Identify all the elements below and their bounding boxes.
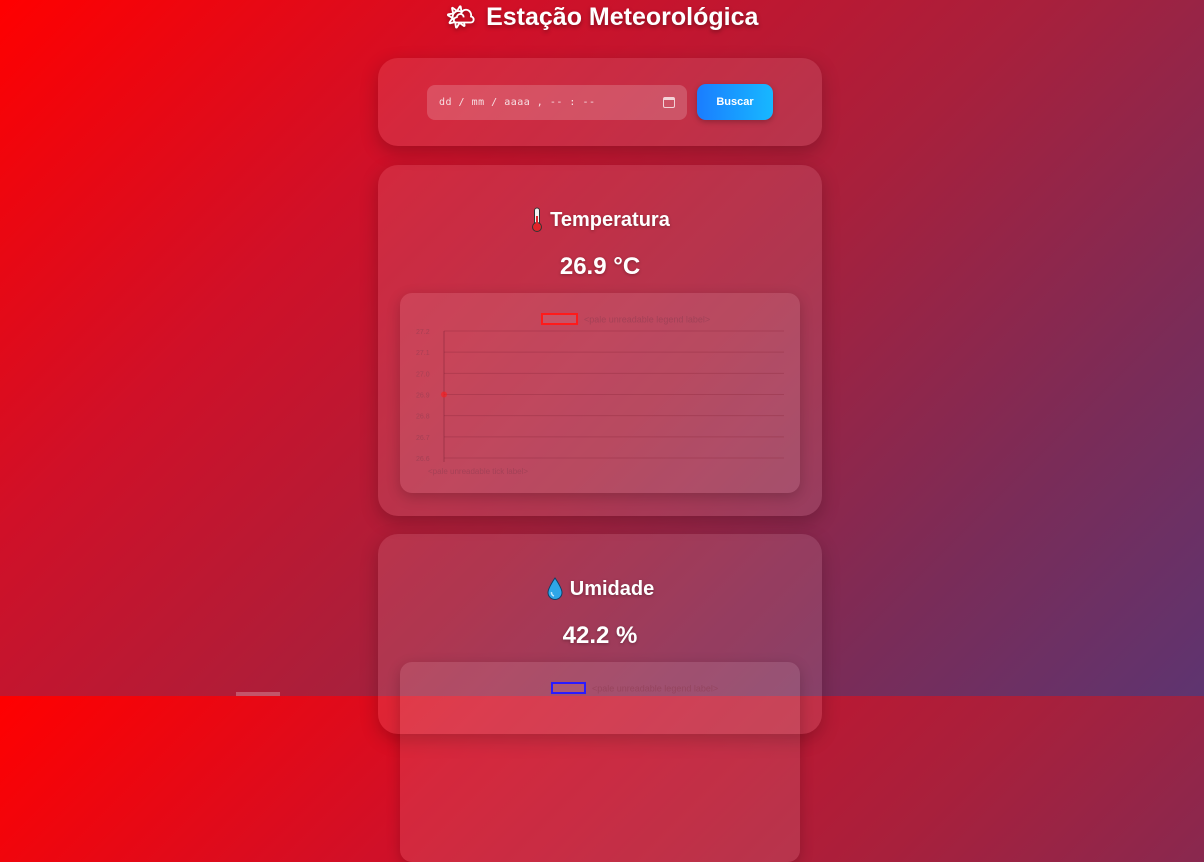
temperature-chart: 26.6 26.7 26.8 26.9 27.0 27.1 27.2 <pale unrea…	[400, 293, 800, 493]
humidity-chart-svg: <pale unreadable legend label>	[551, 682, 718, 694]
page-title: Estação Meteorológica	[486, 2, 759, 31]
page-header: 🌤 Estação Meteorológica	[0, 0, 1204, 34]
temperature-value: 26.9 °C	[559, 253, 641, 280]
search-button[interactable]: Buscar	[697, 84, 773, 120]
humidity-value: 42.2 %	[562, 622, 638, 649]
temperature-chart-svg: 26.6 26.7 26.8 26.9 27.0 27.1 27.2 <pale unrea…	[416, 313, 784, 476]
sun-behind-cloud-icon: 🌤	[445, 3, 477, 31]
x-tick-label: <pale unreadable tick label>	[428, 467, 528, 476]
y-tick-label: 26.7	[416, 435, 430, 442]
legend-swatch[interactable]	[541, 313, 578, 325]
droplet-icon	[546, 577, 564, 601]
legend-label[interactable]: <pale unreadable legend label>	[592, 684, 718, 694]
thermometer-icon	[530, 207, 544, 233]
y-tick-label: 27.0	[416, 371, 430, 378]
datetime-placeholder: dd / mm / aaaa , -- : --	[439, 96, 596, 108]
y-tick-label: 26.9	[416, 393, 430, 400]
legend-swatch[interactable]	[551, 682, 586, 694]
humidity-card: Umidade 42.2 % <pale unreadable legend l…	[378, 534, 822, 862]
temperature-label: Temperatura	[550, 208, 670, 231]
humidity-title: Umidade	[378, 577, 822, 601]
data-point[interactable]	[441, 391, 447, 398]
y-tick-label: 27.2	[416, 329, 430, 336]
y-tick-label: 26.8	[416, 414, 430, 421]
humidity-chart: <pale unreadable legend label>	[400, 662, 800, 862]
y-tick-label: 26.6	[416, 456, 430, 463]
temperature-title: Temperatura	[378, 207, 822, 233]
legend-label[interactable]: <pale unreadable legend label>	[584, 315, 710, 325]
scroll-hint	[236, 692, 280, 696]
datetime-input[interactable]: dd / mm / aaaa , -- : --	[427, 84, 687, 120]
humidity-label: Umidade	[569, 577, 655, 600]
search-card: dd / mm / aaaa , -- : -- Buscar	[378, 58, 822, 146]
calendar-icon[interactable]	[663, 96, 675, 108]
temperature-card: Temperatura 26.9 °C 26.6 26.7 26.8 26.9 27.0…	[378, 165, 822, 516]
y-tick-label: 27.1	[416, 350, 430, 357]
